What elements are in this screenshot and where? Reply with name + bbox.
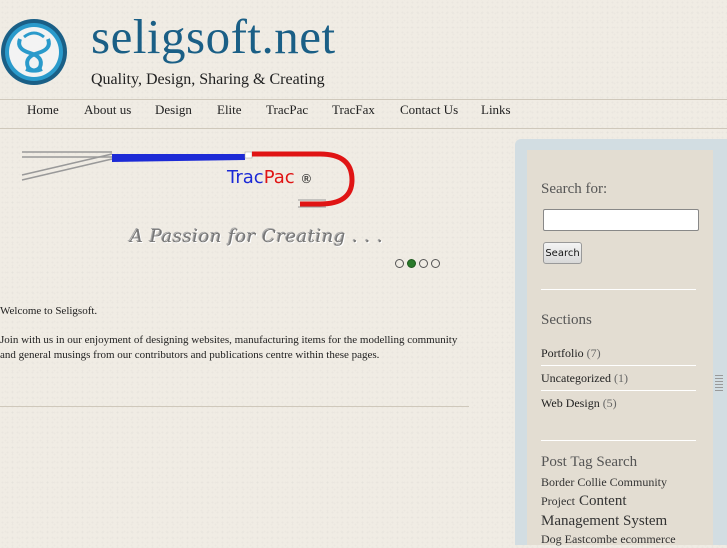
tag-link[interactable]: Eastcombe — [565, 532, 618, 546]
tag-link[interactable]: Project — [541, 494, 575, 508]
tag-link[interactable]: Community — [610, 475, 667, 489]
tag-link[interactable]: Management System — [541, 513, 667, 529]
nav-item-about-us[interactable]: About us — [84, 100, 131, 120]
intro-paragraph: Join with us in our enjoyment of designi… — [0, 334, 458, 361]
section-item[interactable]: Portfolio (7) — [541, 341, 696, 366]
section-item[interactable]: Web Design (5) — [541, 391, 696, 415]
nav-item-tracfax[interactable]: TracFax — [332, 100, 375, 120]
tag-link[interactable]: Dog — [541, 532, 562, 546]
content-divider — [0, 406, 469, 407]
sections-heading: Sections — [541, 312, 592, 328]
search-button[interactable]: Search — [543, 242, 582, 264]
tag-cloud: Border Collie Community Project Content … — [541, 474, 691, 548]
main-content: Welcome to Seligsoft. Join with us in ou… — [0, 304, 470, 363]
image-slider[interactable]: TracPac ® A Passion for Creating . . . — [0, 140, 470, 275]
nav-item-contact-us[interactable]: Contact Us — [400, 100, 458, 120]
site-tagline: Quality, Design, Sharing & Creating — [91, 71, 325, 88]
slider-slogan: A Passion for Creating . . . — [130, 226, 384, 247]
sidebar-separator — [541, 289, 696, 290]
section-count: (1) — [613, 371, 628, 385]
site-title[interactable]: seligsoft.net — [91, 12, 336, 61]
tag-link[interactable]: Content — [579, 493, 627, 509]
slider-pagination — [395, 259, 443, 269]
sections-list: Portfolio (7) Uncategorized (1) Web Desi… — [541, 341, 696, 415]
search-heading: Search for: — [541, 181, 608, 197]
section-count: (7) — [586, 346, 601, 360]
section-count: (5) — [602, 396, 617, 410]
nav-item-links[interactable]: Links — [481, 100, 511, 120]
tracpac-brand: TracPac ® — [227, 167, 312, 188]
section-item[interactable]: Uncategorized (1) — [541, 366, 696, 391]
slide-dot-2[interactable] — [407, 259, 416, 268]
main-nav: Home About us Design Elite TracPac TracF… — [0, 99, 727, 129]
nav-item-tracpac[interactable]: TracPac — [266, 100, 308, 120]
welcome-text: Welcome to Seligsoft. — [0, 305, 98, 317]
nav-item-home[interactable]: Home — [27, 100, 59, 120]
nav-item-design[interactable]: Design — [155, 100, 192, 120]
nav-item-elite[interactable]: Elite — [217, 100, 242, 120]
brand-trac: Trac — [227, 167, 264, 188]
tags-heading: Post Tag Search — [541, 454, 638, 470]
sidebar-separator — [541, 440, 696, 441]
slide-dot-3[interactable] — [419, 259, 428, 268]
brand-pac: Pac — [263, 167, 295, 188]
slide-dot-1[interactable] — [395, 259, 404, 268]
section-label[interactable]: Uncategorized — [541, 371, 611, 385]
slide-dot-4[interactable] — [431, 259, 440, 268]
resize-handle[interactable] — [715, 375, 723, 391]
section-label[interactable]: Web Design — [541, 396, 600, 410]
site-header: seligsoft.net Quality, Design, Sharing &… — [0, 0, 727, 100]
tag-link[interactable]: ecommerce — [620, 532, 675, 546]
registered-mark: ® — [300, 172, 313, 186]
tag-link[interactable]: Border Collie — [541, 475, 607, 489]
search-input[interactable] — [543, 209, 699, 231]
section-label[interactable]: Portfolio — [541, 346, 584, 360]
site-logo-icon[interactable] — [0, 17, 68, 87]
